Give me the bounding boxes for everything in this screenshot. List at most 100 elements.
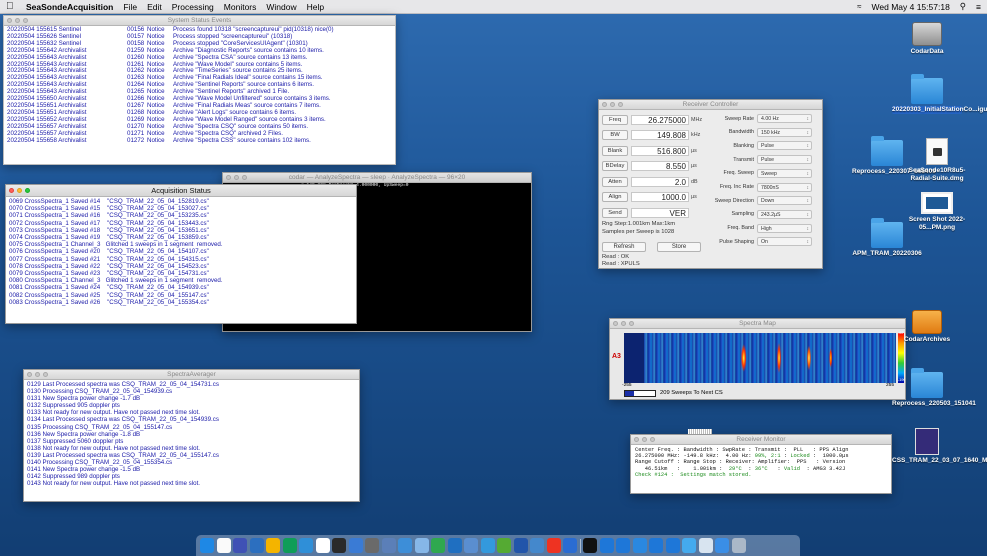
spectra-averager-titlebar[interactable]: SpectraAverager bbox=[24, 370, 359, 380]
system-status-window[interactable]: System Status Events 20220504 155615 Sen… bbox=[3, 15, 396, 165]
menu-monitors[interactable]: Monitors bbox=[224, 2, 257, 12]
acquisition-status-window[interactable]: Acquisition Status 0069 CrossSpectra_1 S… bbox=[5, 184, 357, 324]
control-button[interactable]: Blank bbox=[602, 145, 628, 156]
dock-app-icon[interactable] bbox=[266, 538, 280, 553]
dock-app-icon[interactable] bbox=[414, 538, 429, 553]
dock-app-icon[interactable] bbox=[599, 538, 614, 553]
app-menu[interactable]: SeaSondeAcquisition bbox=[26, 2, 113, 12]
dock-app-icon[interactable] bbox=[546, 538, 561, 553]
dock-app-icon[interactable] bbox=[480, 538, 495, 553]
menu-help[interactable]: Help bbox=[307, 2, 324, 12]
receiver-monitor-titlebar[interactable]: Receiver Monitor bbox=[631, 435, 891, 445]
dock-app-icon[interactable] bbox=[365, 538, 379, 553]
control-value-field[interactable]: 2.0 bbox=[631, 176, 689, 187]
control-button[interactable]: BDelay bbox=[602, 161, 628, 171]
store-button[interactable]: Store bbox=[657, 242, 701, 252]
setting-select[interactable]: Pulse bbox=[757, 155, 812, 165]
control-button[interactable]: BW bbox=[602, 130, 628, 140]
control-button[interactable]: Send bbox=[602, 207, 628, 218]
folder-icon bbox=[911, 368, 943, 398]
desktop-icon[interactable]: 20220303_InitialStationCo...iguration bbox=[892, 74, 987, 114]
control-value-field[interactable]: 1000.0 bbox=[631, 192, 689, 202]
setting-select[interactable]: 7800nS bbox=[757, 182, 812, 192]
control-button[interactable]: Freq bbox=[602, 114, 628, 125]
spectra-heatmap[interactable] bbox=[624, 333, 896, 383]
dock-app-icon[interactable] bbox=[447, 538, 462, 553]
setting-select[interactable]: 243.2µS bbox=[757, 209, 812, 219]
minimize-button[interactable] bbox=[17, 188, 22, 193]
receiver-controller-window[interactable]: Receiver Controller Rng Step:1.001km Max… bbox=[598, 99, 823, 269]
desktop-icon[interactable]: SeaSonde10R8u5-Radial-Suite.dmg bbox=[902, 138, 972, 182]
zoom-button[interactable] bbox=[25, 188, 30, 193]
acquisition-status-titlebar[interactable]: Acquisition Status bbox=[6, 185, 356, 197]
desktop-icon[interactable]: APM_TRAM_20220306 bbox=[852, 218, 922, 258]
desktop-icon[interactable]: CodarData bbox=[892, 22, 962, 56]
menubar-clock[interactable]: Wed May 4 15:57:18 bbox=[872, 2, 950, 12]
control-value-field[interactable]: 516.800 bbox=[631, 145, 689, 156]
dock-app-icon[interactable] bbox=[282, 538, 297, 553]
dock-app-icon[interactable] bbox=[731, 538, 746, 553]
setting-select[interactable]: Sweep bbox=[757, 168, 812, 178]
setting-select[interactable]: 4.00 Hz bbox=[757, 114, 812, 123]
dock-app-icon[interactable] bbox=[233, 538, 247, 553]
desktop-icon[interactable]: Reprocess_220503_151041 bbox=[892, 368, 976, 408]
control-value-field[interactable]: VER bbox=[631, 207, 689, 218]
menu-edit[interactable]: Edit bbox=[147, 2, 162, 12]
dock-app-icon[interactable] bbox=[431, 538, 445, 553]
setting-select[interactable]: 150 kHz bbox=[757, 127, 812, 137]
dock-app-icon[interactable] bbox=[464, 538, 478, 553]
dock-app-icon[interactable] bbox=[715, 538, 729, 553]
spectra-averager-window[interactable]: SpectraAverager 0129 Last Processed spec… bbox=[23, 369, 360, 502]
dock-app-icon[interactable] bbox=[332, 538, 346, 553]
terminal-titlebar[interactable]: codar — AnalyzeSpectra — sleep · Analyze… bbox=[223, 173, 531, 183]
desktop-icon[interactable]: CSS_TRAM_22_03_07_1640_M.pdf bbox=[892, 428, 987, 465]
dock-app-icon[interactable] bbox=[249, 538, 264, 553]
setting-select[interactable]: Pulse bbox=[757, 141, 812, 151]
folder-icon bbox=[871, 218, 903, 248]
close-button[interactable] bbox=[9, 188, 14, 193]
control-center-icon[interactable]: ≡ bbox=[976, 2, 981, 12]
dock-app-icon[interactable] bbox=[563, 538, 577, 553]
control-value-field[interactable]: 8.550 bbox=[631, 161, 689, 171]
dock-app-icon[interactable] bbox=[649, 538, 663, 553]
dock-app-icon[interactable] bbox=[315, 538, 330, 553]
dock-app-icon[interactable] bbox=[398, 538, 412, 553]
dock-app-icon[interactable] bbox=[665, 538, 680, 553]
control-value-field[interactable]: 149.808 bbox=[631, 130, 689, 140]
spectra-map-window[interactable]: Spectra Map A3 -62 -190 -255 255 209 Swe… bbox=[609, 318, 906, 400]
wifi-icon[interactable]: ≈ bbox=[857, 2, 861, 11]
dock-app-icon[interactable] bbox=[299, 538, 313, 553]
dock-app-icon[interactable] bbox=[513, 538, 528, 553]
menu-processing[interactable]: Processing bbox=[172, 2, 214, 12]
control-button[interactable]: Align bbox=[602, 192, 628, 202]
control-button[interactable]: Atten bbox=[602, 176, 628, 187]
receiver-monitor-window[interactable]: Receiver Monitor Center Freq. : Bandwidt… bbox=[630, 434, 892, 494]
control-value-field[interactable]: 26.275000 bbox=[631, 114, 689, 125]
dock-app-icon[interactable] bbox=[381, 538, 396, 553]
dock-app-icon[interactable] bbox=[497, 538, 511, 553]
dock-app-icon[interactable] bbox=[583, 538, 597, 553]
search-icon[interactable]: ⚲ bbox=[960, 1, 966, 12]
menu-file[interactable]: File bbox=[123, 2, 137, 12]
dock-app-icon[interactable] bbox=[682, 538, 696, 553]
dock-app-icon[interactable] bbox=[530, 538, 544, 553]
dock-app-icon[interactable] bbox=[698, 538, 713, 553]
system-status-titlebar[interactable]: System Status Events bbox=[4, 16, 395, 26]
spectra-map-titlebar[interactable]: Spectra Map bbox=[610, 319, 905, 329]
menu-window[interactable]: Window bbox=[266, 2, 296, 12]
setting-label: Sweep Direction bbox=[714, 197, 754, 204]
dock-app-icon[interactable] bbox=[616, 538, 630, 553]
setting-select[interactable]: On bbox=[757, 237, 812, 247]
dock-app-icon[interactable] bbox=[348, 538, 363, 553]
dock-app-icon[interactable] bbox=[200, 538, 214, 553]
averager-log-line: 0139 Last Processed spectra was CSQ_TRAM… bbox=[27, 451, 219, 459]
apple-icon[interactable]:  bbox=[6, 1, 16, 12]
receiver-controller-titlebar[interactable]: Receiver Controller bbox=[599, 100, 822, 110]
dock-app-icon[interactable] bbox=[632, 538, 647, 553]
refresh-button[interactable]: Refresh bbox=[602, 242, 646, 252]
desktop-icon[interactable]: CodarArchives bbox=[892, 310, 962, 344]
monitor-values-1: 26.275000 MHz: -149.8 kHz: 4.00 Hz: bbox=[635, 453, 755, 460]
setting-select[interactable]: Down bbox=[757, 196, 812, 206]
dock-app-icon[interactable] bbox=[216, 538, 231, 553]
setting-select[interactable]: High bbox=[757, 223, 812, 233]
